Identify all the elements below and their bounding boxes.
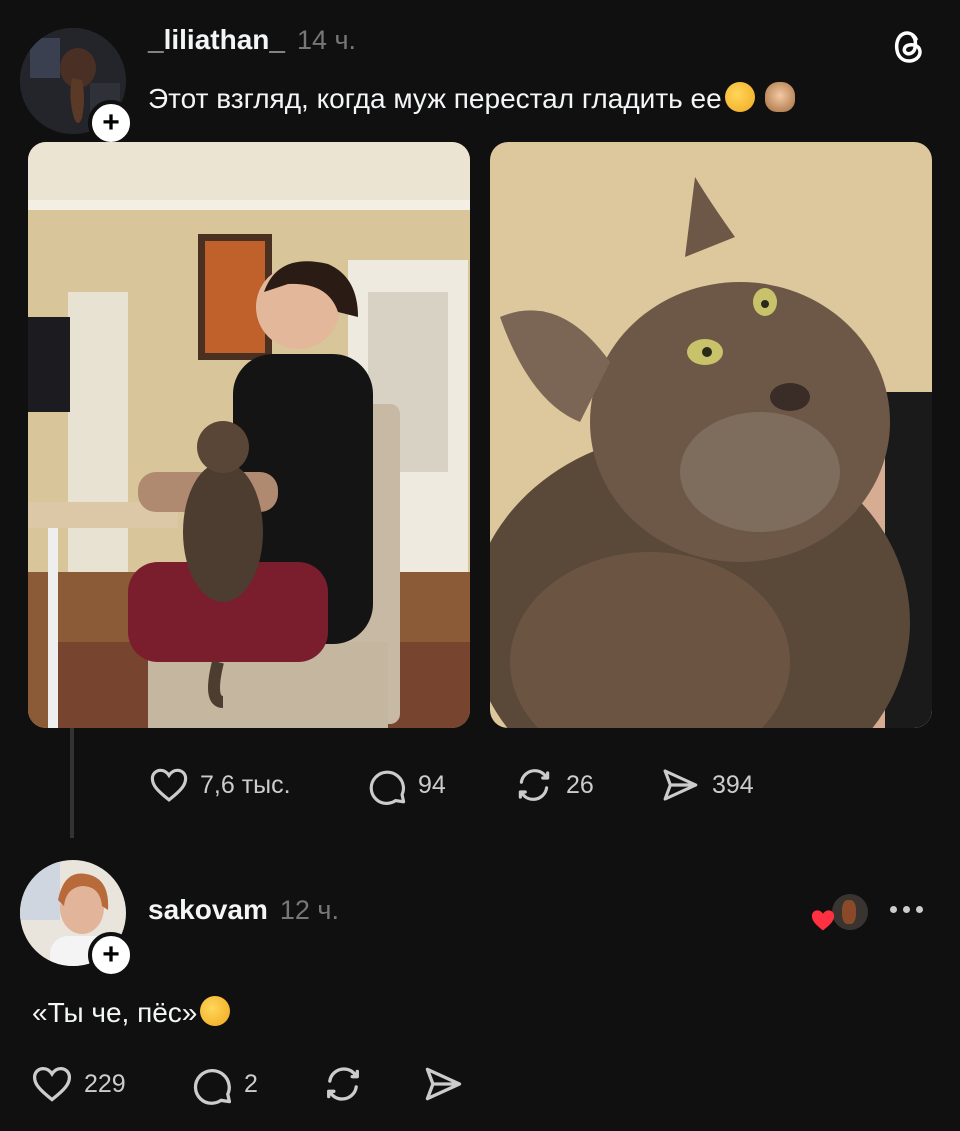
cat-closeup-photo-icon <box>490 142 932 728</box>
send-icon <box>658 764 702 806</box>
rolling-laughing-emoji-icon <box>724 82 755 112</box>
man-with-cat-photo-icon <box>28 142 470 728</box>
rolling-laughing-emoji-icon <box>200 996 231 1026</box>
share-button[interactable]: 394 <box>658 764 754 806</box>
reply-comment-button[interactable]: 2 <box>190 1062 258 1106</box>
repost-icon <box>320 1062 366 1106</box>
reply-like-button[interactable]: 229 <box>30 1062 126 1106</box>
like-button[interactable]: 7,6 тыс. <box>148 764 291 806</box>
reply-comment-count: 2 <box>244 1069 258 1098</box>
post-username[interactable]: _liliathan_ <box>148 24 285 56</box>
more-dots-icon[interactable] <box>890 906 923 913</box>
post-photo-2[interactable] <box>490 142 932 728</box>
repost-button[interactable]: 26 <box>512 764 594 806</box>
comment-count: 94 <box>418 770 446 799</box>
send-icon <box>420 1062 466 1106</box>
reply-share-button[interactable] <box>420 1062 466 1106</box>
repost-icon <box>512 764 556 806</box>
liked-by-author-icon <box>808 892 870 932</box>
heart-icon <box>148 764 190 806</box>
thread-line <box>70 728 74 838</box>
comment-bubble-icon <box>190 1062 234 1106</box>
reply-username[interactable]: sakovam <box>148 894 268 926</box>
heart-icon <box>30 1062 74 1106</box>
repost-count: 26 <box>566 770 594 799</box>
reply-timestamp: 12 ч. <box>279 895 339 925</box>
post-timestamp: 14 ч. <box>296 25 357 55</box>
reply-text: «Ты че, пёс» <box>32 997 198 1028</box>
follow-plus-button[interactable]: + <box>88 100 134 146</box>
follow-plus-button[interactable]: + <box>88 932 134 978</box>
reply-repost-button[interactable] <box>320 1062 366 1106</box>
post-text: Этот взгляд, когда муж перестал гладить … <box>148 83 722 114</box>
like-count: 7,6 тыс. <box>200 770 291 799</box>
post-photo-1[interactable] <box>28 142 470 728</box>
reply-like-count: 229 <box>84 1069 126 1098</box>
comment-bubble-icon <box>366 764 408 806</box>
see-no-evil-monkey-emoji-icon <box>765 82 796 112</box>
share-count: 394 <box>712 770 754 799</box>
threads-logo-icon[interactable] <box>888 26 928 71</box>
comment-button[interactable]: 94 <box>366 764 446 806</box>
heart-icon <box>811 910 835 931</box>
